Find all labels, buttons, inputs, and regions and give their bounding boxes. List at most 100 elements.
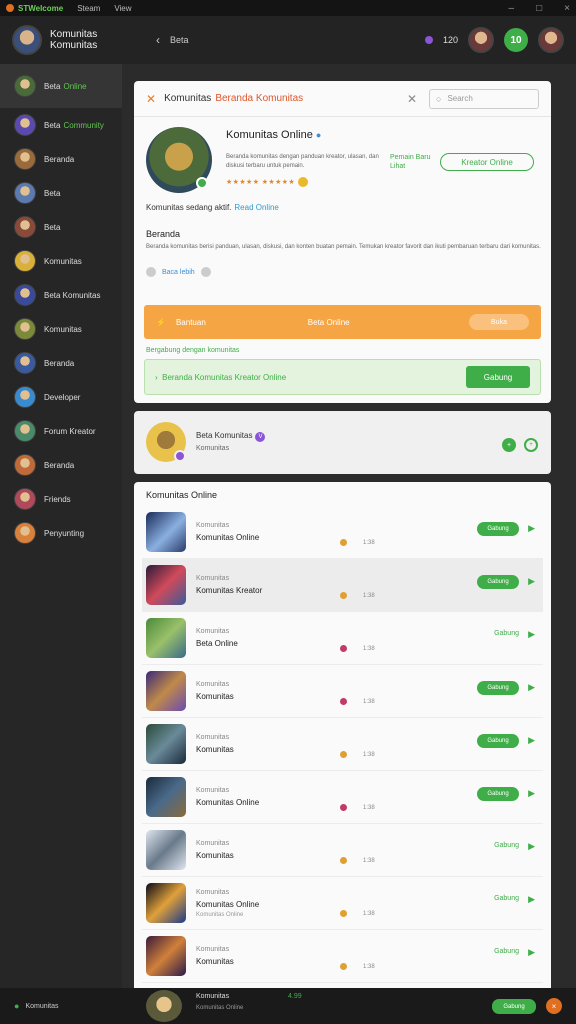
game-join-link[interactable]: Gabung — [494, 630, 519, 637]
open-button[interactable]: Buka — [469, 314, 529, 330]
game-join-link[interactable]: Gabung — [494, 895, 519, 902]
close-icon[interactable]: ✕ — [146, 92, 156, 106]
game-join-link[interactable]: Gabung — [494, 842, 519, 849]
menu-view[interactable]: View — [114, 4, 131, 13]
bottom-label[interactable]: Komunitas — [25, 1003, 58, 1010]
game-thumbnail[interactable] — [146, 724, 186, 764]
game-meta: 1:38 — [340, 645, 375, 652]
play-icon[interactable]: ▶ — [528, 576, 535, 587]
sidebar-item[interactable]: Penyunting — [0, 516, 122, 550]
sidebar-item[interactable]: Beta — [0, 176, 122, 210]
game-row[interactable]: Komunitas Komunitas Online 1:38 Gabung ▶ — [142, 771, 543, 824]
game-thumbnail[interactable] — [146, 512, 186, 552]
sidebar-item[interactable]: Developer — [0, 380, 122, 414]
game-join-button[interactable]: Gabung — [477, 575, 519, 589]
minimize-icon[interactable]: – — [509, 3, 515, 14]
bottom-bar: ● Komunitas Komunitas Komunitas Online 4… — [0, 988, 576, 1024]
sidebar-avatar — [14, 148, 36, 170]
community-icon: ● — [14, 1001, 20, 1011]
join-button[interactable]: Gabung — [466, 366, 530, 388]
now-playing-avatar[interactable] — [146, 990, 182, 1022]
game-row[interactable]: Komunitas Komunitas Online 1:38 Gabung ▶ — [142, 506, 543, 559]
sidebar-item[interactable]: Beta Online — [0, 64, 122, 108]
menu-steam[interactable]: Steam — [77, 4, 100, 13]
game-thumbnail[interactable] — [146, 777, 186, 817]
game-thumbnail[interactable] — [146, 883, 186, 923]
follow-icon[interactable]: + — [524, 438, 538, 452]
profile-avatar[interactable] — [538, 27, 564, 53]
sidebar-item[interactable]: Beta Komunitas — [0, 278, 122, 312]
main-content: ✕ Komunitas Beranda Komunitas ✕ ○ Search… — [122, 64, 576, 988]
game-time: 1:38 — [363, 592, 375, 599]
game-thumbnail[interactable] — [146, 671, 186, 711]
search-input[interactable]: ○ Search — [429, 88, 539, 109]
game-name: Komunitas Online — [196, 533, 260, 542]
game-row[interactable]: Komunitas Komunitas 1:38 Gabung ▶ — [142, 930, 543, 983]
play-icon[interactable]: ▶ — [528, 735, 535, 746]
game-category: Komunitas — [196, 681, 230, 688]
game-thumbnail[interactable] — [146, 830, 186, 870]
read-more-chip[interactable]: Baca lebih — [146, 267, 211, 277]
notification-badge[interactable]: 10 — [504, 28, 528, 52]
add-icon[interactable]: + — [502, 438, 516, 452]
game-join-link[interactable]: Gabung — [494, 948, 519, 955]
game-thumbnail[interactable] — [146, 565, 186, 605]
game-thumbnail[interactable] — [146, 618, 186, 658]
friend-avatar-large[interactable] — [146, 422, 186, 462]
game-join-button[interactable]: Gabung — [477, 681, 519, 695]
rating: ★★★★★ ★★★★★ — [226, 177, 309, 187]
sidebar-item-tag: Online — [63, 81, 87, 91]
dismiss-icon[interactable]: ✕ — [407, 92, 417, 106]
friend-avatar[interactable] — [468, 27, 494, 53]
sidebar-item[interactable]: Beta Community — [0, 108, 122, 142]
play-icon[interactable]: ▶ — [528, 682, 535, 693]
back-icon[interactable]: ‹ — [156, 33, 160, 47]
play-icon[interactable]: ▶ — [528, 841, 535, 852]
bottom-close-icon[interactable]: × — [546, 998, 562, 1014]
profile-tag[interactable]: Pemain Baru Lihat — [390, 153, 440, 171]
sidebar-avatar — [14, 216, 36, 238]
sidebar-item[interactable]: Forum Kreator — [0, 414, 122, 448]
sidebar-item[interactable]: Friends — [0, 482, 122, 516]
game-category: Komunitas — [196, 734, 230, 741]
game-row[interactable]: Komunitas Komunitas Online Komunitas Onlin… — [142, 877, 543, 930]
sidebar-item[interactable]: Beranda — [0, 142, 122, 176]
game-row[interactable]: Komunitas Komunitas 1:38 Gabung ▶ — [142, 718, 543, 771]
friend-activity-title: Beta Komunitas V — [196, 431, 266, 442]
play-icon[interactable]: ▶ — [528, 947, 535, 958]
card-title: Komunitas — [164, 93, 212, 104]
friend-activity-subtitle: Komunitas — [196, 445, 230, 452]
play-icon[interactable]: ▶ — [528, 788, 535, 799]
game-row[interactable]: Komunitas Beta Online 1:38 Gabung ▶ — [142, 612, 543, 665]
help-banner[interactable]: ⚡ Bantuan Beta Online Buka — [144, 305, 541, 339]
header: Komunitas Komunitas ‹ Beta 120 10 — [0, 16, 576, 64]
sidebar-item[interactable]: Komunitas — [0, 312, 122, 346]
play-icon[interactable]: ▶ — [528, 894, 535, 905]
sidebar-item[interactable]: Beta — [0, 210, 122, 244]
profile-picture[interactable] — [146, 127, 212, 193]
game-row[interactable]: Komunitas Komunitas 1:38 Gabung ▶ — [142, 824, 543, 877]
sidebar-item-label: Beta Komunitas — [44, 290, 101, 300]
sidebar-item[interactable]: Komunitas — [0, 244, 122, 278]
close-window-icon[interactable]: × — [564, 3, 570, 14]
game-join-button[interactable]: Gabung — [477, 522, 519, 536]
play-icon[interactable]: ▶ — [528, 629, 535, 640]
maximize-icon[interactable]: □ — [536, 3, 542, 14]
sidebar-item[interactable]: Beranda — [0, 448, 122, 482]
help-label: Bantuan — [175, 317, 206, 327]
sidebar-item[interactable]: Beranda — [0, 346, 122, 380]
creator-online-button[interactable]: Kreator Online — [440, 153, 534, 171]
game-join-button[interactable]: Gabung — [477, 787, 519, 801]
game-join-button[interactable]: Gabung — [477, 734, 519, 748]
play-icon[interactable]: ▶ — [528, 523, 535, 534]
user-avatar[interactable] — [12, 25, 42, 55]
read-online-link[interactable]: Read Online — [234, 203, 278, 212]
game-row[interactable]: Komunitas Komunitas 1:38 Gabung ▶ — [142, 665, 543, 718]
chevron-right-icon: › — [155, 372, 163, 382]
game-thumbnail[interactable] — [146, 936, 186, 976]
game-row[interactable]: Komunitas Komunitas Kreator 1:38 Gabung ▶ — [142, 559, 543, 612]
breadcrumb[interactable]: Beta — [170, 35, 189, 45]
sidebar-item-label: Penyunting — [44, 528, 85, 538]
bottom-join-button[interactable]: Gabung — [492, 999, 536, 1014]
friend-activity-card[interactable]: Beta Komunitas V Komunitas + + — [134, 411, 551, 474]
